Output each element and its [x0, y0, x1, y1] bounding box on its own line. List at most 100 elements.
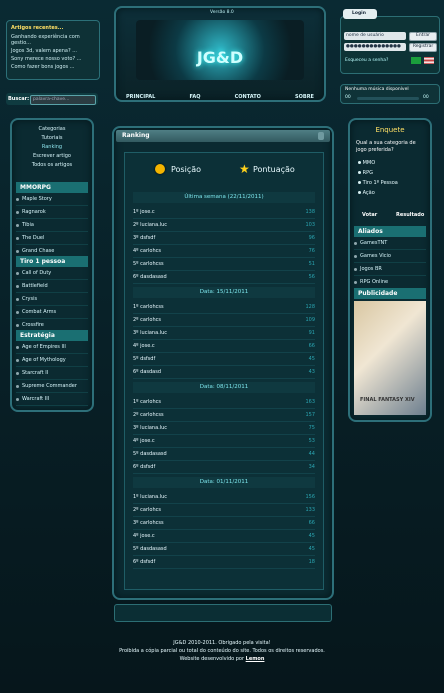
- list-item[interactable]: Call of Duty: [16, 267, 88, 280]
- poll-title: Enquete: [375, 126, 405, 134]
- bullet-icon: [354, 241, 357, 245]
- ads-section: Publicidade FINAL FANTASY XIV: [354, 288, 426, 415]
- bullet-icon: [16, 323, 19, 327]
- table-row: 6º dasdasd 43: [133, 366, 315, 379]
- table-row: 6º dasdasasd 56: [133, 271, 315, 284]
- scroll-handle-icon[interactable]: [318, 132, 324, 140]
- medal-icon: [155, 164, 165, 174]
- poll-option[interactable]: RPG: [358, 170, 424, 176]
- recent-article-item[interactable]: Ganhando experiência com gestio...: [11, 34, 95, 46]
- section-mmorpg: MMORPG Maple Story Ragnarok Tibia The Du…: [16, 182, 88, 258]
- login-enter-button[interactable]: Entrar: [409, 32, 437, 41]
- list-item[interactable]: The Duel: [16, 232, 88, 245]
- poll-option[interactable]: Ação: [358, 190, 424, 196]
- ally-item[interactable]: GamesTNT: [354, 237, 426, 250]
- password-field[interactable]: ●●●●●●●●●●●●●●: [344, 43, 406, 51]
- list-item[interactable]: Maple Story: [16, 193, 88, 206]
- section-title: MMORPG: [16, 182, 88, 193]
- radio-icon: [358, 161, 361, 164]
- poll-result-button[interactable]: Resultado: [396, 212, 424, 218]
- sidebar-link-tutoriais[interactable]: Tutoriais: [12, 135, 92, 141]
- nav-about[interactable]: SOBRE: [295, 94, 314, 100]
- table-row: 4º carlohcs 76: [133, 245, 315, 258]
- table-row: 3º luciana.luc 91: [133, 327, 315, 340]
- table-row: 5º carlohcss 51: [133, 258, 315, 271]
- music-player: Nenhuma música disponível 00 00: [340, 84, 440, 104]
- author-link[interactable]: Lemon: [246, 656, 265, 662]
- list-item[interactable]: Tibia: [16, 219, 88, 232]
- flag-us-icon[interactable]: [424, 57, 434, 64]
- list-item[interactable]: Crysis: [16, 293, 88, 306]
- music-progress-bar[interactable]: [357, 97, 419, 100]
- bullet-icon: [16, 310, 19, 314]
- poll-question: Qual a sua categoria de jogo preferida?: [356, 140, 416, 153]
- col-position: Posição: [171, 165, 202, 174]
- list-item[interactable]: Ragnarok: [16, 206, 88, 219]
- list-item[interactable]: Starcraft II: [16, 367, 88, 380]
- table-row: 5º dasdasasd 45: [133, 543, 315, 556]
- recent-article-item[interactable]: Sony merece nosso voto? ...: [11, 56, 95, 62]
- bullet-icon: [16, 397, 19, 401]
- ally-item[interactable]: Jogos BR: [354, 263, 426, 276]
- nav-faq[interactable]: FAQ: [190, 94, 201, 100]
- table-row: 2º luciana.luc 103: [133, 219, 315, 232]
- list-item[interactable]: Age of Empires III: [16, 341, 88, 354]
- recent-article-item[interactable]: Como fazer bons jogos ...: [11, 64, 95, 70]
- register-button[interactable]: Registrar: [409, 43, 437, 52]
- footer-line-3: Website desenvolvido por Lemon: [179, 656, 265, 662]
- list-item[interactable]: Combat Arms: [16, 306, 88, 319]
- ranking-title-bar: Ranking: [116, 130, 330, 142]
- list-item[interactable]: Battlefield: [16, 280, 88, 293]
- bullet-icon: [16, 236, 19, 240]
- table-row: 1º jose.c 138: [133, 206, 315, 219]
- logo-image: JG&D: [136, 20, 304, 80]
- allies-title: Aliados: [354, 226, 426, 237]
- nav-contact[interactable]: CONTATO: [235, 94, 261, 100]
- table-row: 6º dsfsdf 18: [133, 556, 315, 569]
- nav-home[interactable]: PRINCIPAL: [126, 94, 155, 100]
- table-row: 2º carlohcs 109: [133, 314, 315, 327]
- right-sidebar: Enquete Qual a sua categoria de jogo pre…: [348, 118, 432, 422]
- sidebar-link-ranking[interactable]: Ranking: [12, 144, 92, 150]
- bullet-icon: [354, 267, 357, 271]
- list-item[interactable]: Supreme Commander: [16, 380, 88, 393]
- table-row: 1º carlohcss 128: [133, 301, 315, 314]
- ally-item[interactable]: Games Vicio: [354, 250, 426, 263]
- username-field[interactable]: nome de usuário: [344, 32, 406, 40]
- sidebar-main-links: Categorias Tutoriais Ranking Escrever ar…: [12, 126, 92, 168]
- sidebar-link-escrever[interactable]: Escrever artigo: [12, 153, 92, 159]
- radio-icon: [358, 191, 361, 194]
- ad-image-text: FINAL FANTASY XIV: [360, 397, 415, 403]
- list-item[interactable]: Warcraft III: [16, 393, 88, 406]
- section-title: Tiro 1 pessoa: [16, 256, 88, 267]
- poll-option[interactable]: MMO: [358, 160, 424, 166]
- ranking-date: Data: 01/11/2011: [133, 477, 315, 488]
- recent-article-item[interactable]: Jogos 3d, valem apena? ...: [11, 48, 95, 54]
- table-row: 3º luciana.luc 75: [133, 422, 315, 435]
- main-nav: PRINCIPAL FAQ CONTATO SOBRE: [126, 94, 314, 100]
- poll-vote-button[interactable]: Votar: [362, 212, 377, 218]
- table-row: 3º dsfsdf 96: [133, 232, 315, 245]
- ranking-date: Data: 15/11/2011: [133, 287, 315, 298]
- ranking-title: Ranking: [122, 132, 150, 139]
- flag-br-icon[interactable]: [411, 57, 421, 64]
- ad-banner[interactable]: FINAL FANTASY XIV: [354, 301, 426, 415]
- forgot-password-link[interactable]: Esqueceu a senha?: [345, 58, 388, 63]
- table-row: 1º luciana.luc 156: [133, 491, 315, 504]
- bullet-icon: [16, 210, 19, 214]
- sidebar-link-todos[interactable]: Todos os artigos: [12, 162, 92, 168]
- logo-text: JG&D: [196, 48, 244, 67]
- sidebar-link-categorias[interactable]: Categorias: [12, 126, 92, 132]
- header-logo-panel: Versão 8.0 JG&D PRINCIPAL FAQ CONTATO SO…: [114, 6, 326, 102]
- poll-options: MMO RPG Tiro 1º Pessoa Ação: [358, 160, 424, 196]
- list-item[interactable]: Age of Mythology: [16, 354, 88, 367]
- recent-articles-title: Artigos recentes...: [11, 25, 64, 31]
- poll-option[interactable]: Tiro 1º Pessoa: [358, 180, 424, 186]
- music-status: Nenhuma música disponível: [345, 87, 409, 92]
- table-row: 2º carlohcss 157: [133, 409, 315, 422]
- search-label: Buscar:: [8, 96, 30, 102]
- radio-icon: [358, 181, 361, 184]
- music-time-left: 00: [345, 95, 351, 100]
- search-input[interactable]: palavra-chave...: [30, 95, 96, 105]
- search-placeholder: palavra-chave...: [33, 97, 70, 102]
